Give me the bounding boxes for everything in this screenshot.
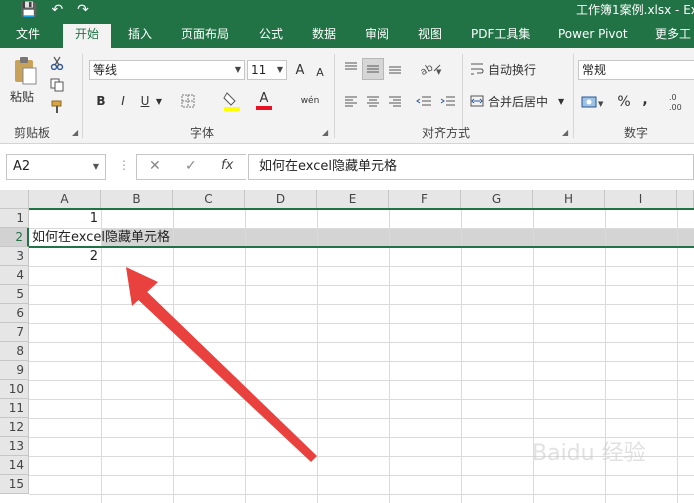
svg-text:▼: ▼: [436, 68, 442, 75]
wrap-text-label: 自动换行: [488, 62, 537, 77]
tab-power-pivot[interactable]: Power Pivot: [558, 24, 628, 48]
chevron-down-icon: ▼: [234, 65, 241, 74]
svg-text:.0: .0: [669, 93, 677, 102]
format-painter-icon[interactable]: [48, 98, 66, 116]
svg-text:ab: ab: [420, 62, 435, 75]
tab-data[interactable]: 数据: [312, 24, 336, 48]
name-box-value: A2: [13, 159, 31, 174]
clipboard-launcher-icon[interactable]: ◢: [72, 128, 78, 137]
increase-indent-icon[interactable]: [438, 92, 458, 112]
group-divider: [334, 54, 335, 138]
copy-icon[interactable]: [48, 76, 66, 94]
shrink-font-button[interactable]: A: [312, 63, 328, 81]
quick-access-toolbar: 💾 ↶ ↷: [20, 0, 89, 20]
percent-button[interactable]: %: [614, 92, 634, 112]
formula-bar-grip-icon[interactable]: ⋮: [118, 158, 130, 172]
align-top-icon[interactable]: [342, 58, 360, 78]
merge-center-icon: [470, 95, 484, 107]
phonetic-guide-button[interactable]: wén: [298, 90, 322, 112]
align-right-icon[interactable]: [386, 92, 404, 112]
font-color-button[interactable]: A: [254, 90, 274, 112]
ribbon-tabs: 文件 开始 插入 页面布局 公式 数据 审阅 视图 PDF工具集 Power P…: [0, 20, 694, 48]
number-group-label: 数字: [624, 126, 649, 140]
cut-icon[interactable]: [48, 54, 66, 72]
formula-input[interactable]: 如何在excel隐藏单元格: [248, 154, 694, 180]
redo-icon[interactable]: ↷: [77, 2, 89, 18]
save-icon[interactable]: 💾: [20, 2, 37, 18]
align-bottom-icon[interactable]: [386, 58, 404, 78]
wrap-text-button[interactable]: 自动换行: [470, 60, 536, 78]
title-bar: 💾 ↶ ↷ 工作簿1案例.xlsx - Exc: [0, 0, 694, 20]
chevron-down-icon: ▼: [276, 65, 283, 74]
font-color-glyph: A: [259, 91, 269, 106]
paste-button[interactable]: 粘贴: [10, 88, 34, 105]
font-size-value: 11: [251, 63, 267, 77]
worksheet-grid[interactable]: A B C D E F G H I 1 2 3 4 5 6 7 8 9 10 1…: [0, 190, 694, 503]
window-title: 工作簿1案例.xlsx - Exc: [576, 3, 694, 17]
italic-button[interactable]: I: [116, 92, 130, 110]
align-left-icon[interactable]: [342, 92, 360, 112]
svg-text:▼: ▼: [598, 100, 604, 108]
group-divider: [573, 54, 574, 138]
tab-pdf-tools[interactable]: PDF工具集: [471, 24, 530, 48]
tab-insert[interactable]: 插入: [128, 24, 152, 48]
ribbon: 粘贴 剪贴板 ◢ 等线 ▼ 11 ▼ A A B I U ▼ A wén 字体 …: [0, 48, 694, 144]
chevron-down-icon: ▼: [92, 162, 99, 171]
insert-function-icon[interactable]: fx: [221, 158, 233, 173]
font-group-label: 字体: [190, 126, 215, 140]
orientation-icon[interactable]: ab ▼: [418, 58, 444, 78]
tab-home[interactable]: 开始: [63, 24, 112, 48]
formula-buttons: ✕ ✓ fx: [136, 154, 246, 180]
number-format-select[interactable]: 常规: [578, 60, 694, 80]
clipboard-group-label: 剪贴板: [14, 126, 51, 140]
align-center-icon[interactable]: [364, 92, 382, 112]
tab-page-layout[interactable]: 页面布局: [181, 24, 229, 48]
underline-button[interactable]: U: [138, 92, 152, 110]
group-divider: [82, 54, 83, 138]
merge-center-button[interactable]: 合并后居中 ▼: [470, 92, 564, 110]
align-middle-icon[interactable]: [362, 58, 384, 80]
chevron-down-icon: ▼: [558, 96, 565, 106]
font-name-select[interactable]: 等线 ▼: [89, 60, 245, 80]
alignment-launcher-icon[interactable]: ◢: [562, 128, 568, 137]
svg-text:.00: .00: [669, 103, 682, 111]
number-format-value: 常规: [582, 63, 607, 77]
chevron-down-icon[interactable]: ▼: [154, 92, 164, 110]
accounting-format-icon[interactable]: ▼: [580, 92, 606, 112]
font-launcher-icon[interactable]: ◢: [322, 128, 328, 137]
paste-icon[interactable]: [10, 56, 40, 86]
merge-center-label: 合并后居中: [488, 94, 549, 109]
tab-view[interactable]: 视图: [418, 24, 442, 48]
increase-decimal-icon[interactable]: .0.00: [666, 90, 694, 112]
grow-font-button[interactable]: A: [292, 61, 308, 79]
tab-review[interactable]: 审阅: [365, 24, 389, 48]
undo-icon[interactable]: ↶: [51, 2, 63, 18]
alignment-group-label: 对齐方式: [422, 126, 471, 140]
tab-more[interactable]: 更多工: [655, 24, 691, 48]
watermark-logo: Baidu 经验: [532, 441, 646, 466]
enter-icon[interactable]: ✓: [185, 158, 197, 174]
decrease-indent-icon[interactable]: [414, 92, 434, 112]
name-box[interactable]: A2 ▼: [6, 154, 106, 180]
wrap-text-icon: [471, 63, 484, 75]
borders-icon[interactable]: [178, 92, 198, 110]
bold-button[interactable]: B: [94, 92, 108, 110]
fill-color-icon[interactable]: [222, 90, 242, 112]
font-name-value: 等线: [93, 63, 118, 77]
comma-button[interactable]: ,: [638, 90, 652, 110]
tab-formulas[interactable]: 公式: [259, 24, 283, 48]
formula-bar: A2 ▼ ⋮ ✕ ✓ fx 如何在excel隐藏单元格: [0, 144, 694, 190]
font-color-bar: [256, 106, 272, 110]
tab-file[interactable]: 文件: [16, 24, 40, 48]
cancel-icon[interactable]: ✕: [149, 158, 161, 174]
font-size-select[interactable]: 11 ▼: [247, 60, 287, 80]
